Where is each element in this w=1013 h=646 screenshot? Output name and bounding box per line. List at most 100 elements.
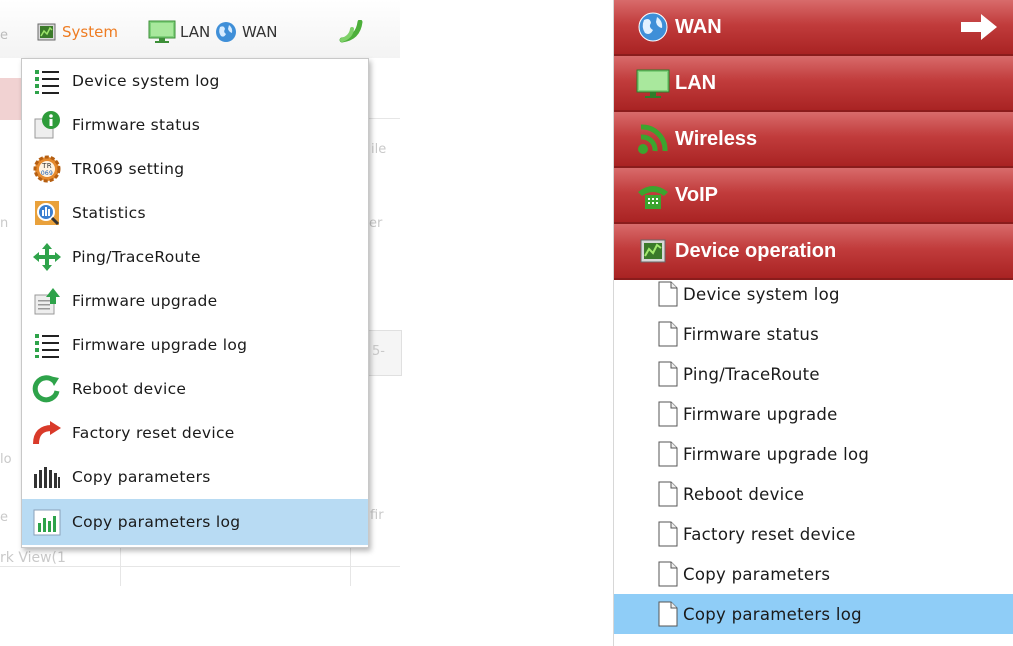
statistics-icon	[35, 201, 60, 226]
menu-item-label: Reboot device	[72, 380, 187, 398]
background-text: e	[0, 510, 8, 525]
menu-item-label: Ping/TraceRoute	[72, 248, 201, 266]
submenu-ping-traceroute[interactable]: Ping/TraceRoute	[614, 354, 1013, 394]
submenu-copy-parameters[interactable]: Copy parameters	[614, 554, 1013, 594]
background-text: lo	[0, 452, 12, 467]
submenu-label: Factory reset device	[683, 524, 856, 544]
document-icon	[658, 321, 678, 347]
document-icon	[658, 521, 678, 547]
nav-system[interactable]: System	[36, 20, 118, 44]
wifi-icon	[638, 124, 668, 154]
background-fragment	[0, 78, 22, 120]
submenu-label: Firmware upgrade log	[683, 444, 870, 464]
document-icon	[658, 481, 678, 507]
menu-item-label: Copy parameters log	[72, 513, 241, 531]
document-icon	[658, 601, 678, 627]
category-label: Device operation	[675, 239, 837, 262]
info-icon	[34, 111, 60, 139]
category-label: WAN	[675, 15, 722, 38]
document-icon	[658, 281, 678, 307]
globe-icon	[638, 12, 668, 42]
background-line	[350, 546, 351, 586]
submenu-factory-reset-device[interactable]: Factory reset device	[614, 514, 1013, 554]
background-text: rk View(1	[0, 550, 66, 566]
nav-lan[interactable]: LAN	[148, 20, 210, 44]
submenu-copy-parameters-log[interactable]: Copy parameters log	[614, 594, 1013, 634]
menu-item-label: Statistics	[72, 204, 146, 222]
category-voip[interactable]: VoIP	[614, 168, 1013, 224]
document-icon	[658, 361, 678, 387]
submenu-device-system-log[interactable]: Device system log	[614, 274, 1013, 314]
phone-icon	[638, 186, 668, 209]
menu-item-reboot-device[interactable]: Reboot device	[22, 367, 368, 411]
nav-system-label: System	[62, 23, 118, 41]
nav-wireless-partial[interactable]	[338, 20, 366, 44]
svg-text:TR: TR	[41, 162, 52, 170]
wireless-icon	[339, 20, 363, 43]
menu-item-factory-reset-device[interactable]: Factory reset device	[22, 411, 368, 455]
system-dropdown-menu: Device system log Firmware status TR 069…	[21, 58, 369, 548]
submenu-label: Firmware status	[683, 324, 820, 344]
menu-item-firmware-status[interactable]: Firmware status	[22, 103, 368, 147]
monitor-icon	[636, 69, 670, 98]
menu-item-copy-parameters-log[interactable]: Copy parameters log	[22, 499, 368, 545]
category-label: Wireless	[675, 127, 758, 150]
submenu-label: Firmware upgrade	[683, 404, 838, 424]
category-wireless[interactable]: Wireless	[614, 112, 1013, 168]
reset-arrow-icon	[33, 421, 61, 445]
document-icon	[658, 441, 678, 467]
menu-item-label: Copy parameters	[72, 468, 211, 486]
submenu-label: Copy parameters	[683, 564, 831, 584]
tr069-icon: TR 069	[33, 155, 61, 183]
background-text: fir	[370, 508, 384, 523]
background-text: 5-	[372, 344, 385, 359]
menu-item-ping-traceroute[interactable]: Ping/TraceRoute	[22, 235, 368, 279]
menu-item-label: Factory reset device	[72, 424, 235, 442]
menu-item-device-system-log[interactable]: Device system log	[22, 59, 368, 103]
monitor-icon	[148, 20, 176, 43]
category-label: LAN	[675, 71, 717, 94]
menu-item-label: Firmware upgrade log	[72, 336, 248, 354]
submenu-label: Copy parameters log	[683, 604, 862, 624]
background-text: n	[0, 216, 9, 231]
category-lan[interactable]: LAN	[614, 56, 1013, 112]
submenu-firmware-status[interactable]: Firmware status	[614, 314, 1013, 354]
menu-item-tr069-setting[interactable]: TR 069 TR069 setting	[22, 147, 368, 191]
svg-text:069: 069	[41, 170, 53, 177]
submenu-firmware-upgrade[interactable]: Firmware upgrade	[614, 394, 1013, 434]
document-icon	[658, 401, 678, 427]
upload-icon	[34, 288, 60, 315]
category-device-operation[interactable]: Device operation	[614, 224, 1013, 280]
submenu-reboot-device[interactable]: Reboot device	[614, 474, 1013, 514]
nav-wan-label: WAN	[242, 23, 278, 41]
menu-item-firmware-upgrade[interactable]: Firmware upgrade	[22, 279, 368, 323]
submenu-firmware-upgrade-log[interactable]: Firmware upgrade log	[614, 434, 1013, 474]
submenu-label: Ping/TraceRoute	[683, 364, 820, 384]
menu-item-label: Device system log	[72, 72, 220, 90]
globe-icon	[216, 22, 236, 42]
reboot-icon	[32, 375, 60, 403]
background-line	[368, 118, 400, 119]
chart-icon	[33, 509, 61, 536]
menu-item-label: Firmware status	[72, 116, 201, 134]
menu-item-firmware-upgrade-log[interactable]: Firmware upgrade log	[22, 323, 368, 367]
menu-item-label: TR069 setting	[72, 160, 185, 178]
menu-item-statistics[interactable]: Statistics	[22, 191, 368, 235]
list-icon	[35, 70, 59, 94]
nav-wan[interactable]: WAN	[214, 20, 278, 44]
device-operation-icon	[640, 239, 666, 263]
background-text: er	[369, 216, 383, 231]
left-panel: e System LAN WAN ile er n 5- lo e fir rk…	[0, 0, 402, 646]
submenu-label: Reboot device	[683, 484, 805, 504]
arrows-icon	[33, 243, 61, 271]
top-navigation-bar: e System LAN WAN	[0, 0, 400, 58]
arrow-right-icon	[961, 14, 997, 40]
category-wan[interactable]: WAN	[614, 0, 1013, 56]
document-icon	[658, 561, 678, 587]
menu-item-label: Firmware upgrade	[72, 292, 218, 310]
menu-item-copy-parameters[interactable]: Copy parameters	[22, 455, 368, 499]
bars-icon	[34, 467, 60, 488]
right-sidebar-menu: WAN LAN Wireless VoIP Device operation D…	[613, 0, 1013, 646]
category-label: VoIP	[675, 183, 718, 206]
cut-off-nav-edge: e	[0, 28, 8, 43]
